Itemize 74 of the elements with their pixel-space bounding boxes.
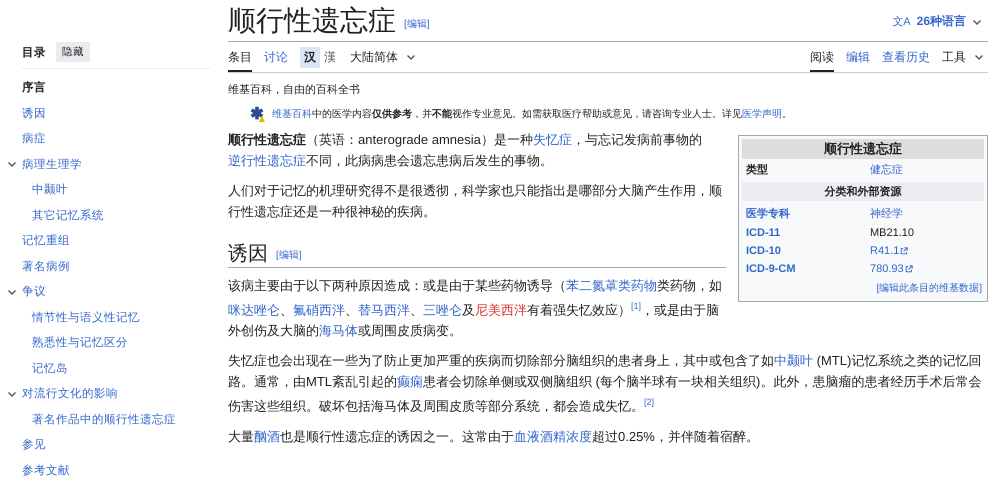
paragraph: 该病主要由于以下两种原因造成：或是由于某些药物诱导（苯二氮䓬类药物类药物，如 咪达唑仑、氟硝西泮、替马西泮、三唑仑及尼美西泮有着强失忆效应）$^{[1]}$，或是由于脑外创伤及大脑的海马体或周围皮质病变。 [228,277,723,340]
variant-dropdown[interactable]: 大陆简体 [350,42,416,72]
link[interactable]: 失忆症 [532,132,572,147]
toc-item[interactable]: 争议 [22,284,46,300]
toc-item[interactable]: 病理生理学 [22,156,82,172]
footnote-link[interactable]: [2] [644,397,654,408]
link[interactable]: 氟硝西泮 [293,302,345,318]
link[interactable]: 维基百科 [272,109,312,120]
edit-link[interactable]: [编辑] [276,248,302,262]
notice-text: 维基百科中的医学内容仅供参考，并不能视作专业意见。如需获取医疗帮助或意见，请咨询专业人士。详见医学声明。 [272,108,792,121]
tab[interactable]: 条目 [228,42,252,72]
toc-item[interactable]: 熟悉性与记忆区分 [32,335,128,350]
tools-dropdown[interactable]: 工具 [942,42,984,72]
toc-item[interactable]: 著名病例 [22,258,70,274]
toc-item[interactable]: 中颞叶 [32,182,68,198]
tab[interactable]: 查看历史 [882,42,930,72]
link[interactable]: 血液酒精浓度 [514,428,592,444]
link[interactable]: 逆行性遗忘症 [228,153,306,168]
link[interactable]: 癫痫 [397,374,423,390]
chevron-down-icon [974,52,984,62]
section-heading: 诱因 [228,242,268,266]
variant-tab[interactable]: 漢 [320,46,340,68]
infobox-value-link[interactable]: 780.93 [870,263,904,275]
infobox-header: 分类和外部资源 [742,182,984,201]
toc-item[interactable]: 病症 [22,131,46,146]
infobox-label: 类型 [746,162,768,177]
external-link-icon [904,265,913,273]
toc-item[interactable]: 对流行文化的影响 [22,386,118,402]
link[interactable]: 海马体 [319,323,358,338]
infobox-value-link[interactable]: R41.1 [870,245,900,257]
infobox-label-link[interactable]: ICD-11 [746,227,780,239]
toc-title: 目录 [22,46,46,60]
footnote-link[interactable]: [1] [631,301,642,311]
toc-item[interactable]: 著名作品中的顺行性遗忘症 [32,412,176,427]
infobox-title: 顺行性遗忘症 [742,139,984,159]
infobox-label-link[interactable]: ICD-10 [746,245,781,257]
tagline: 维基百科，自由的百科全书 [228,82,361,97]
hide-button[interactable]: 隐藏 [56,42,90,62]
paragraph: 人们对于记忆的机理研究得不是很透彻，科学家也只能指出是哪部分大脑产生作用，顺行性遗忘症还是一种很神秘的疾病。 [228,182,723,221]
paragraph: 失忆症也会出现在一些为了防止更加严重的疾病而切除部分脑组织的患者身上，其中或包含了如中颞叶 (MTL)记忆系统之类的记忆回路。通常，由MTL紊乱引起的癫痫患者会切除单侧或双侧脑组织 (每个脑半球有一块相关组织)。此外，患脑瘤的患者经历手术后常会伤害这些组织。破坏包括海马体及周围皮质等部分系统，都会造成失忆。$^{[2]}$ [228,352,982,416]
link[interactable]: 酗酒 [254,428,280,444]
external-link-icon [900,247,908,255]
edit-link[interactable]: [编辑] [404,17,430,31]
link[interactable]: 医学声明 [742,109,782,120]
infobox-value-link[interactable]: 健忘症 [870,162,903,177]
medical-star-icon [248,105,266,123]
link[interactable]: 三唑仑 [423,302,462,318]
tab[interactable]: 讨论 [264,42,288,72]
infobox-value: MB21.10 [870,227,914,239]
toc-item[interactable]: 记忆岛 [32,360,68,376]
tab[interactable]: 编辑 [846,42,870,72]
wikidata-link[interactable]: [编辑此条目的维基数据] [876,281,982,295]
paragraph: 大量酗酒也是顺行性遗忘症的诱因之一。这常由于血液酒精浓度超过0.25%，并伴随着宿醉。 [228,428,760,446]
infobox-value-link[interactable]: 神经学 [870,206,903,221]
paragraph: 顺行性遗忘症（英语：anterograde amnesia）是一种失忆症，与忘记发病前事物的 逆行性遗忘症不同，此病病患会遗忘患病后发生的事物。 [228,131,703,170]
page-title: 顺行性遗忘症 [228,6,396,38]
language-button[interactable]: 文A 26种语言 [886,12,988,31]
toc-item[interactable]: 参考文献 [22,462,70,478]
tab[interactable]: 阅读 [810,42,834,72]
infobox-label-link[interactable]: 医学专科 [746,206,790,221]
toc-item[interactable]: 参见 [22,437,46,452]
toc-item[interactable]: 其它记忆系统 [32,208,104,223]
link[interactable]: 中颞叶 [774,353,813,368]
toc-item[interactable]: 诱因 [22,106,46,121]
toc-item[interactable]: 序言 [22,80,46,96]
variant-tab[interactable]: 汉 [300,46,320,68]
link[interactable]: 尼美西泮 [475,302,527,318]
chevron-down-icon [406,52,416,62]
toc-item[interactable]: 情节性与语义性记忆 [32,310,140,325]
infobox-label-link[interactable]: ICD-9-CM [746,263,796,275]
link[interactable]: 咪达唑仑 [228,302,280,318]
link[interactable]: 苯二氮䓬类药物 [566,278,657,293]
link[interactable]: 替马西泮 [358,302,410,318]
toc-item[interactable]: 记忆重组 [22,233,70,248]
